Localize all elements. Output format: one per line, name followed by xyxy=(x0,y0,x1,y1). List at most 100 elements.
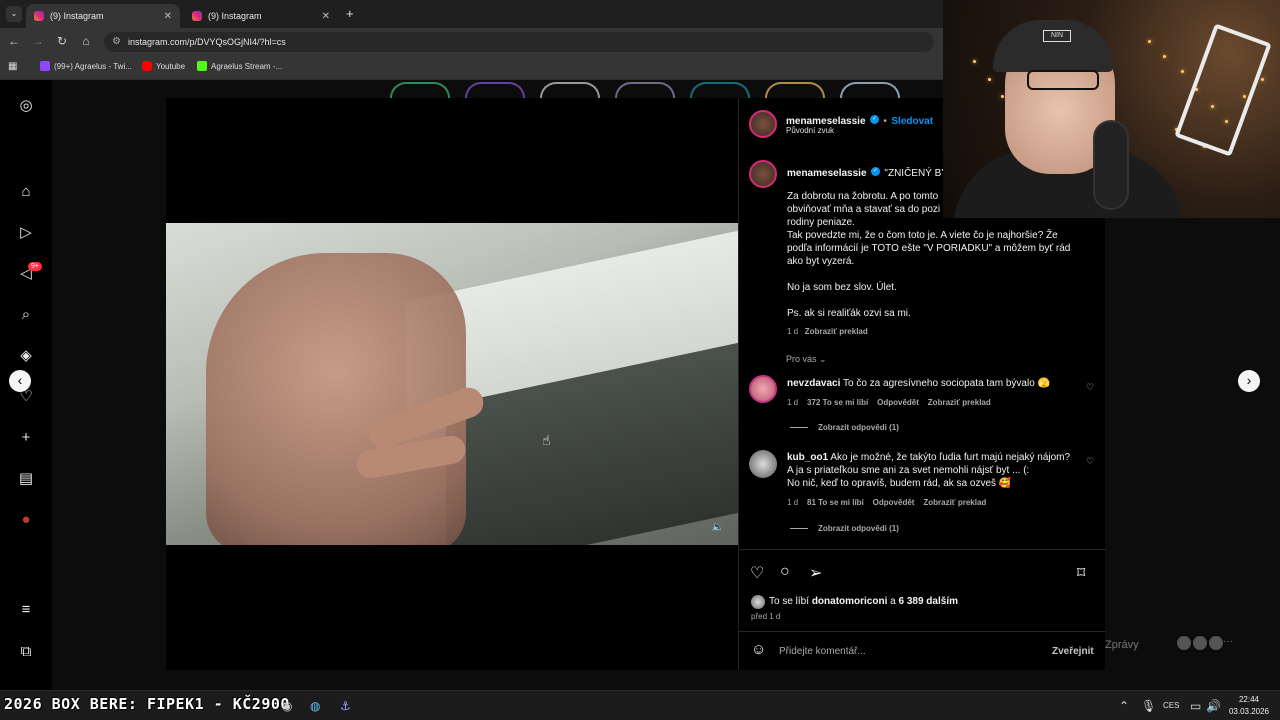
message-avatars xyxy=(1177,636,1229,652)
divider xyxy=(739,631,1106,632)
story-ring[interactable] xyxy=(390,82,450,98)
share-icon[interactable]: ➢ xyxy=(809,563,822,583)
comment-avatar[interactable] xyxy=(749,450,777,478)
likes-avatar[interactable] xyxy=(751,595,765,609)
likes-user[interactable]: donatomoriconi xyxy=(812,596,888,607)
volume-tray-icon[interactable]: 🔊 xyxy=(1206,699,1221,713)
home-page-icon[interactable]: ⌂ xyxy=(78,34,94,48)
comment-username[interactable]: kub_oo1 xyxy=(787,452,828,463)
menu-icon[interactable]: ≡ xyxy=(14,598,38,622)
translate-link[interactable]: Zobraziť preklad xyxy=(923,498,986,507)
stories-row xyxy=(390,82,910,98)
microphone-icon[interactable]: 🎙 xyxy=(1141,699,1156,713)
story-ring[interactable] xyxy=(690,82,750,98)
caption-line: Ps. ak si realiťák ozvi sa mi. xyxy=(787,308,911,319)
previous-post-button[interactable]: ‹ xyxy=(9,370,31,392)
reels-icon[interactable]: ▷ xyxy=(14,221,38,245)
mouse-cursor-icon: ☝ xyxy=(542,432,551,448)
view-replies-2[interactable]: Zobrazit odpovědi (1) xyxy=(790,524,899,533)
apps-icon[interactable]: ⧉ xyxy=(14,640,38,664)
reply-link[interactable]: Odpovědět xyxy=(873,498,915,507)
story-ring[interactable] xyxy=(615,82,675,98)
steam-icon[interactable]: ◍ xyxy=(310,699,320,713)
forward-icon[interactable]: → xyxy=(30,34,46,48)
like-icon[interactable]: ♡ xyxy=(750,563,764,583)
messages-button[interactable]: Zprávy ··· xyxy=(1105,630,1255,660)
comment-likes[interactable]: 81 To se mi líbí xyxy=(807,498,864,507)
story-ring[interactable] xyxy=(765,82,825,98)
system-clock[interactable]: 22:44 03.03.2026 xyxy=(1224,694,1274,718)
home-icon[interactable]: ⌂ xyxy=(14,180,38,204)
url-field[interactable]: ⚙ instagram.com/p/DVYQsOGjNI4/?hl=cs xyxy=(104,32,934,52)
profile-icon[interactable]: ● xyxy=(14,508,38,532)
search-icon[interactable]: ⌕ xyxy=(14,303,38,327)
apps-grid-icon[interactable]: ▦ xyxy=(8,61,17,72)
tab-list-button[interactable]: ⌄ xyxy=(6,6,22,22)
tab-instagram-1[interactable]: (9) Instagram ✕ xyxy=(26,4,180,28)
likes-others[interactable]: 6 389 dalším xyxy=(899,596,958,607)
likes-prefix: To se líbí xyxy=(769,596,810,607)
caption-avatar[interactable] xyxy=(749,160,777,188)
follow-button[interactable]: Sledovat xyxy=(891,116,933,127)
reply-link[interactable]: Odpovědět xyxy=(877,398,919,407)
view-replies-1[interactable]: Zobrazit odpovědi (1) xyxy=(790,423,899,432)
create-icon[interactable]: + xyxy=(14,426,38,450)
publish-button[interactable]: Zveřejnit xyxy=(1052,646,1094,657)
comment-1: nevzdavaci To čo za agresívneho sociopat… xyxy=(787,377,1077,390)
stream-ticker: 2026 BOX BERE: FIPEK1 - KČ2900 xyxy=(4,695,290,713)
caption-meta: 1 d Zobraziť preklad xyxy=(787,327,868,336)
like-comment-icon[interactable]: ♡ xyxy=(1086,382,1094,393)
audio-label[interactable]: Původní zvuk xyxy=(786,126,834,135)
bookmark-label: Agraelus Stream -... xyxy=(211,61,283,71)
caption-translate-link[interactable]: Zobraziť preklad xyxy=(805,327,868,336)
site-info-icon[interactable]: ⚙ xyxy=(112,36,121,47)
comment-icon[interactable]: ○ xyxy=(780,563,790,581)
instagram-icon[interactable]: ◎ xyxy=(14,94,38,118)
caption-username[interactable]: menameselassie xyxy=(787,168,867,179)
story-ring[interactable] xyxy=(465,82,525,98)
caption-header: menameselassie ✓ "ZNIČENÝ BYT xyxy=(787,163,954,181)
obs-icon[interactable]: ◉ xyxy=(282,699,292,713)
back-icon[interactable]: ← xyxy=(6,34,22,48)
bookmark-youtube[interactable]: Youtube xyxy=(142,61,185,71)
bookmarks-bar: ▦ (99+) Agraelus - Twi... Youtube Agrael… xyxy=(0,56,943,80)
next-post-button[interactable]: › xyxy=(1238,370,1260,392)
caption-time: 1 d xyxy=(787,327,799,336)
comment-username[interactable]: nevzdavaci xyxy=(787,378,840,389)
comment-avatar[interactable] xyxy=(749,375,777,403)
language-indicator[interactable]: CES xyxy=(1163,701,1179,710)
video-frame[interactable]: 🔈 xyxy=(166,223,738,545)
emoji-icon[interactable]: ☺ xyxy=(751,641,766,658)
story-ring[interactable] xyxy=(840,82,900,98)
for-you-dropdown[interactable]: Pro vás ⌄ xyxy=(786,354,827,365)
caption-line: ako byt vyzerá. xyxy=(787,256,855,267)
explore-icon[interactable]: ◈ xyxy=(14,344,38,368)
save-bookmark-icon[interactable]: ⌑ xyxy=(1077,563,1085,583)
bookmark-kick[interactable]: Agraelus Stream -... xyxy=(197,61,282,71)
close-tab-icon[interactable]: ✕ xyxy=(322,11,330,22)
reload-icon[interactable]: ↻ xyxy=(54,34,70,48)
person-cap-shape xyxy=(993,20,1113,72)
network-icon[interactable]: ▭ xyxy=(1190,699,1201,713)
comment-input[interactable]: Přidejte komentář... xyxy=(779,646,866,657)
video-hand-shape xyxy=(206,253,466,545)
story-ring[interactable] xyxy=(540,82,600,98)
dashboard-icon[interactable]: ▤ xyxy=(14,467,38,491)
close-tab-icon[interactable]: ✕ xyxy=(164,11,172,22)
cap-logo-icon: NIN xyxy=(1043,30,1071,42)
separator-dot: • xyxy=(883,116,887,127)
volume-icon[interactable]: 🔈 xyxy=(712,522,724,533)
tray-expand-icon[interactable]: ⌃ xyxy=(1119,699,1129,713)
comment-likes[interactable]: 372 To se mi líbí xyxy=(807,398,868,407)
caption-line: Tak povedzte mi, že o čom toto je. A vie… xyxy=(787,230,1058,241)
bookmark-twitch[interactable]: (99+) Agraelus - Twi... xyxy=(40,61,132,71)
tab-instagram-2[interactable]: (9) Instagram ✕ xyxy=(184,4,338,28)
more-icon[interactable]: ··· xyxy=(1223,636,1233,647)
like-comment-icon[interactable]: ♡ xyxy=(1086,456,1094,467)
translate-link[interactable]: Zobraziť preklad xyxy=(928,398,991,407)
app-icon[interactable]: ⚓ xyxy=(340,699,351,713)
new-tab-button[interactable]: + xyxy=(346,6,354,21)
author-avatar[interactable] xyxy=(749,110,777,138)
instagram-favicon-icon xyxy=(192,11,202,21)
chevron-down-icon: ⌄ xyxy=(819,354,827,364)
